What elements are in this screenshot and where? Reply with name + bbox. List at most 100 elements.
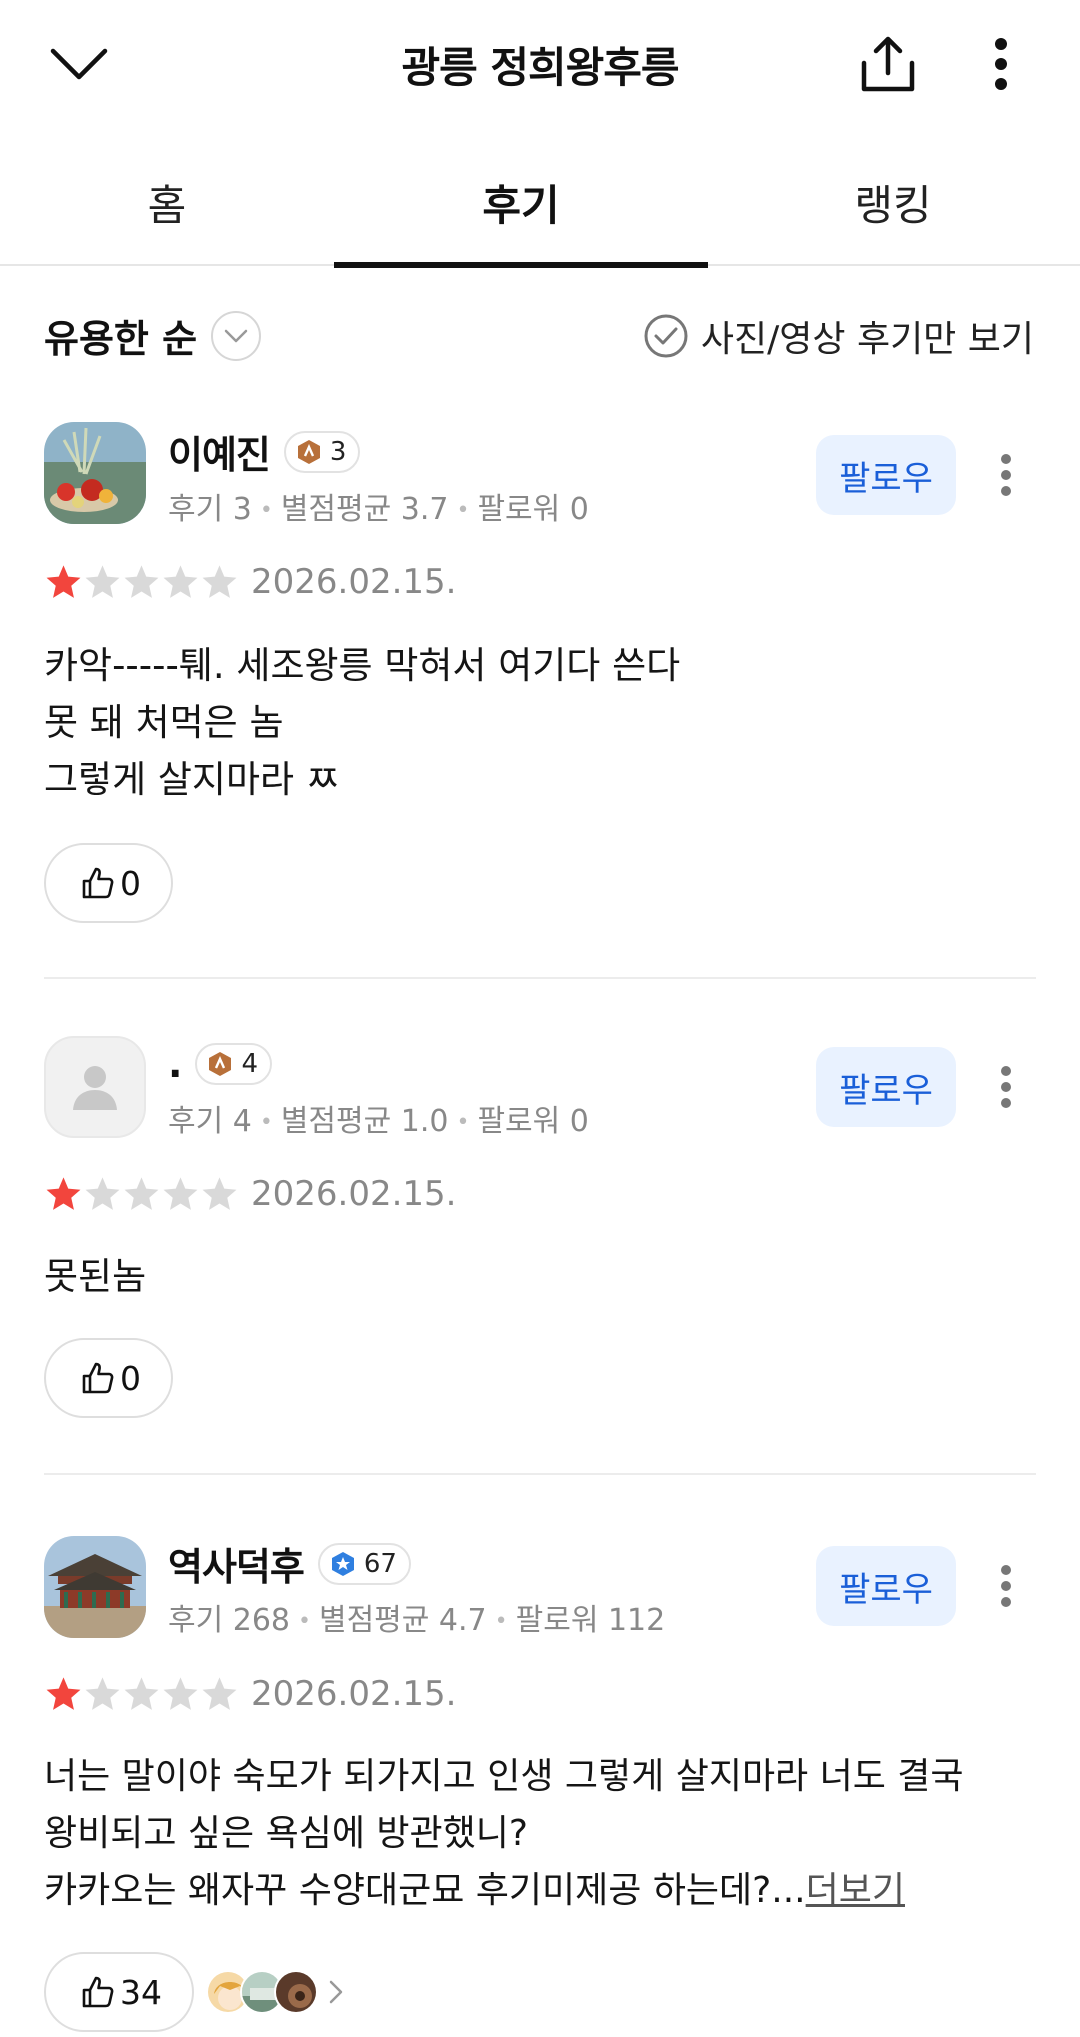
- review-line: 너는 말이야 숙모가 되가지고 인생 그렇게 살지마라 너도 결국: [44, 1756, 964, 1797]
- top-bar: 광릉 정희왕후릉: [0, 0, 1080, 130]
- star-icon-empty: [163, 1177, 198, 1210]
- stat-average: 별점평균 3.7: [280, 492, 449, 527]
- star-icon-empty: [85, 1677, 120, 1710]
- review-line: 왕비되고 싶은 욕심에 방관했니?: [44, 1813, 528, 1854]
- tab-home[interactable]: 홈: [0, 150, 354, 266]
- thumbs-up-icon: [82, 867, 114, 899]
- star-icon-empty: [85, 565, 120, 598]
- author-stats: 후기 268 • 별점평균 4.7 • 팔로워 112: [168, 1603, 666, 1638]
- thumbs-up-icon: [82, 1976, 114, 2008]
- review-text: 못된놈: [44, 1248, 1044, 1305]
- photo-only-toggle[interactable]: 사진/영상 후기만 보기: [643, 310, 1034, 362]
- like-count: 0: [120, 1358, 141, 1398]
- star-icon-filled: [46, 1177, 81, 1210]
- stat-followers: 팔로워 112: [515, 1603, 666, 1638]
- review-date: 2026.02.15.: [251, 562, 457, 602]
- review-text: 너는 말이야 숙모가 되가지고 인생 그렇게 살지마라 너도 결국 왕비되고 싶…: [44, 1748, 1054, 1919]
- default-user-icon: [73, 1066, 117, 1110]
- follow-button[interactable]: 팔로우: [816, 1047, 956, 1127]
- share-icon[interactable]: [852, 28, 924, 100]
- read-more-link[interactable]: 더보기: [806, 1870, 905, 1911]
- review-line: 카카오는 왜자꾸 수양대군묘 후기미제공 하는데?...: [44, 1870, 806, 1911]
- author-name[interactable]: .: [168, 1042, 182, 1086]
- star-icon-empty: [124, 1677, 159, 1710]
- author-row: 이예진 3: [168, 424, 361, 479]
- avatar[interactable]: [44, 422, 146, 524]
- star-rating: [44, 1675, 239, 1713]
- follow-button[interactable]: 팔로우: [816, 435, 956, 515]
- badge-count: 4: [241, 1049, 258, 1079]
- author-stats: 후기 4 • 별점평균 1.0 • 팔로워 0: [168, 1104, 589, 1139]
- stat-reviews: 후기 4: [168, 1104, 252, 1139]
- avatar[interactable]: [44, 1536, 146, 1638]
- star-icon-empty: [163, 565, 198, 598]
- bronze-hexagon-icon: [297, 439, 320, 464]
- rating-row: 2026.02.15.: [44, 1174, 456, 1214]
- author-row: . 4: [168, 1042, 272, 1086]
- review-line: 못 돼 처먹은 놈: [44, 701, 284, 744]
- author-row: 역사덕후 67: [168, 1536, 411, 1591]
- star-icon-empty: [202, 1177, 237, 1210]
- stat-followers: 팔로워 0: [477, 1104, 589, 1139]
- author-name[interactable]: 역사덕후: [168, 1536, 305, 1591]
- star-icon-filled: [46, 565, 81, 598]
- level-badge: 3: [283, 430, 361, 473]
- tab-ranking[interactable]: 랭킹: [706, 150, 1080, 266]
- star-icon-empty: [202, 1677, 237, 1710]
- more-vertical-icon[interactable]: [986, 435, 1026, 515]
- stat-reviews: 후기 3: [168, 492, 252, 527]
- rating-row: 2026.02.15.: [44, 1674, 456, 1714]
- tab-reviews[interactable]: 후기: [334, 150, 708, 268]
- follow-button[interactable]: 팔로우: [816, 1546, 956, 1626]
- blue-star-badge-icon: [331, 1551, 354, 1576]
- review-line: 못된놈: [44, 1255, 147, 1298]
- divider: [44, 977, 1036, 979]
- review-date: 2026.02.15.: [251, 1174, 457, 1214]
- thumbs-up-icon: [82, 1362, 114, 1394]
- like-button[interactable]: 34: [44, 1952, 194, 2032]
- level-badge: 4: [195, 1043, 272, 1085]
- review-line: 그렇게 살지마라 ㅉ: [44, 758, 340, 801]
- stat-average: 별점평균 1.0: [280, 1104, 449, 1139]
- star-rating: [44, 1175, 239, 1213]
- sort-label: 유용한 순: [44, 317, 198, 361]
- review-text: 카악-----퉤. 세조왕릉 막혀서 여기다 쓴다 못 돼 처먹은 놈 그렇게 …: [44, 637, 1044, 808]
- star-rating: [44, 563, 239, 601]
- star-icon-empty: [124, 565, 159, 598]
- liker-avatars[interactable]: [206, 1970, 344, 2014]
- like-button[interactable]: 0: [44, 1338, 173, 1418]
- divider: [44, 1473, 1036, 1475]
- sort-dropdown[interactable]: 유용한 순: [44, 308, 262, 363]
- chevron-right-icon: [329, 1980, 343, 2004]
- more-vertical-icon[interactable]: [966, 28, 1036, 100]
- star-icon-empty: [202, 565, 237, 598]
- like-count: 0: [120, 863, 141, 903]
- badge-count: 3: [329, 436, 347, 467]
- review-date: 2026.02.15.: [251, 1674, 457, 1714]
- tab-bar: 홈 후기 랭킹: [0, 150, 1080, 268]
- photo-only-label: 사진/영상 후기만 보기: [700, 319, 1034, 360]
- like-count: 34: [120, 1972, 162, 2012]
- rating-row: 2026.02.15.: [44, 562, 456, 602]
- more-vertical-icon[interactable]: [986, 1047, 1026, 1127]
- avatar[interactable]: [44, 1036, 146, 1138]
- bronze-hexagon-icon: [209, 1052, 232, 1076]
- author-stats: 후기 3 • 별점평균 3.7 • 팔로워 0: [168, 492, 589, 527]
- liker-avatar: [274, 1970, 318, 2014]
- check-circle-icon: [644, 314, 688, 358]
- badge-count: 67: [363, 1548, 397, 1579]
- star-icon-empty: [124, 1177, 159, 1210]
- star-icon-filled: [46, 1677, 81, 1710]
- author-name[interactable]: 이예진: [168, 424, 271, 479]
- chevron-down-icon: [211, 310, 262, 361]
- star-icon-empty: [163, 1677, 198, 1710]
- stat-average: 별점평균 4.7: [318, 1603, 487, 1638]
- star-icon-empty: [85, 1177, 120, 1210]
- more-vertical-icon[interactable]: [986, 1546, 1026, 1626]
- level-badge: 67: [317, 1542, 411, 1585]
- review-line: 카악-----퉤. 세조왕릉 막혀서 여기다 쓴다: [44, 644, 681, 687]
- filter-row: 유용한 순 사진/영상 후기만 보기: [0, 308, 1080, 372]
- stat-followers: 팔로워 0: [477, 492, 589, 527]
- like-button[interactable]: 0: [44, 843, 173, 923]
- stat-reviews: 후기 268: [168, 1603, 290, 1638]
